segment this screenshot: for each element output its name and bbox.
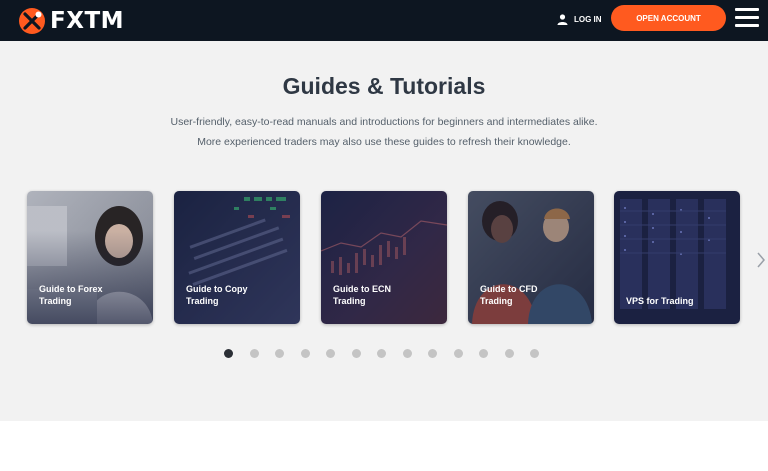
carousel-dot[interactable] bbox=[377, 349, 386, 358]
card-ecn-label: Guide to ECN Trading bbox=[333, 284, 391, 306]
subtitle-line-1: User-friendly, easy-to-read manuals and … bbox=[170, 116, 598, 128]
carousel-dot[interactable] bbox=[479, 349, 488, 358]
card-cfd-label: Guide to CFD Trading bbox=[480, 284, 538, 306]
carousel-dot[interactable] bbox=[249, 349, 259, 358]
card-vps-trading[interactable]: VPS for Trading bbox=[614, 191, 740, 324]
carousel-dot[interactable] bbox=[402, 349, 412, 358]
top-navigation-bar: FXTM LOG IN OPEN ACCOUNT bbox=[0, 0, 768, 41]
carousel-dot[interactable] bbox=[504, 349, 514, 358]
hamburger-menu-icon[interactable] bbox=[735, 7, 759, 29]
card-guide-ecn[interactable]: Guide to ECN Trading bbox=[321, 191, 447, 324]
login-label: LOG IN bbox=[574, 14, 602, 24]
carousel-dot[interactable] bbox=[428, 349, 437, 358]
chevron-right-icon[interactable] bbox=[756, 251, 766, 269]
user-icon bbox=[557, 13, 568, 25]
carousel-dot[interactable] bbox=[453, 349, 463, 358]
subtitle-line-2: More experienced traders may also use th… bbox=[197, 136, 571, 148]
carousel-dot[interactable] bbox=[326, 349, 335, 358]
card-vps-label: VPS for Trading bbox=[626, 296, 694, 306]
logo-wordmark: FXTM bbox=[50, 8, 125, 34]
card-copy-label: Guide to Copy Trading bbox=[186, 284, 248, 306]
carousel-pagination bbox=[224, 349, 556, 358]
section-title: Guides & Tutorials bbox=[282, 73, 486, 99]
open-account-button[interactable]: OPEN ACCOUNT bbox=[611, 5, 726, 31]
carousel-dot[interactable] bbox=[275, 349, 284, 358]
carousel-dot[interactable] bbox=[530, 349, 539, 358]
carousel-dot[interactable] bbox=[224, 349, 233, 358]
fxtm-logo-icon bbox=[19, 8, 45, 34]
carousel-dot[interactable] bbox=[351, 349, 361, 358]
fxtm-logo[interactable]: FXTM bbox=[18, 7, 124, 35]
card-forex-label: Guide to Forex Trading bbox=[39, 284, 103, 306]
card-guide-copy[interactable]: Guide to Copy Trading bbox=[174, 191, 300, 324]
section-subtitle: User-friendly, easy-to-read manuals and … bbox=[0, 112, 768, 152]
carousel-dot[interactable] bbox=[300, 349, 310, 358]
login-link[interactable]: LOG IN bbox=[557, 12, 602, 26]
card-guide-forex[interactable]: Guide to Forex Trading bbox=[27, 191, 153, 324]
card-guide-cfd[interactable]: Guide to CFD Trading bbox=[468, 191, 594, 324]
